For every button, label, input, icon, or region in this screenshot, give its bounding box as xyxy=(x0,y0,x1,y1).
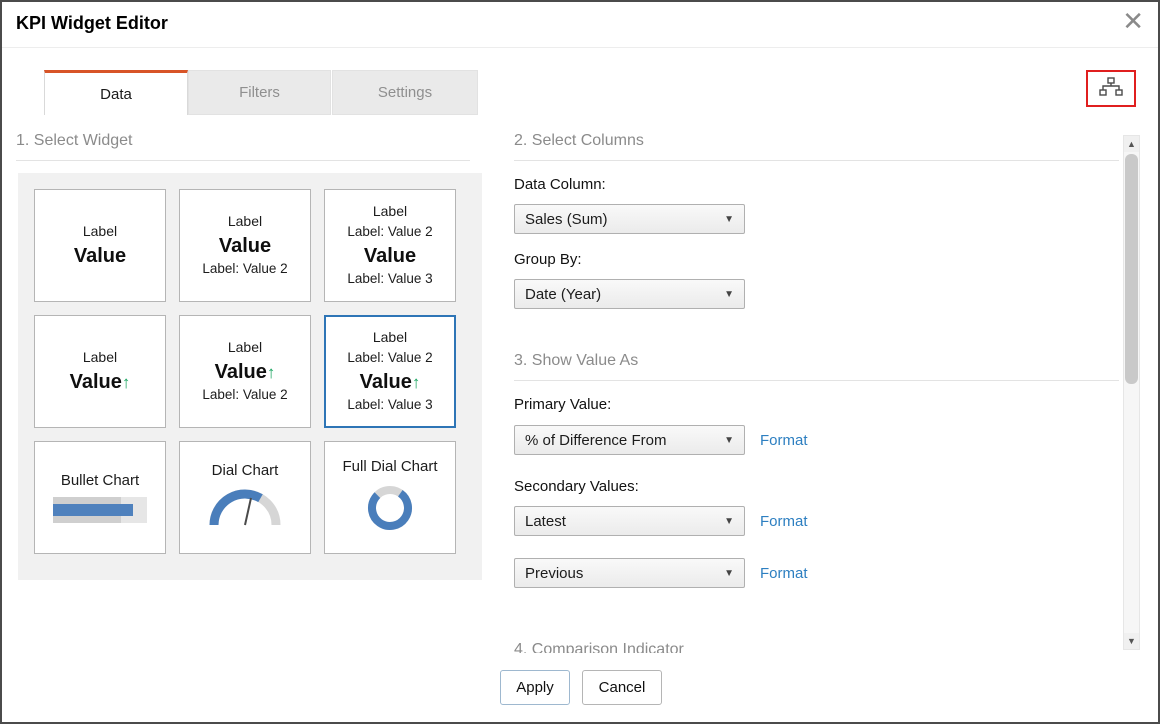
card-label: Full Dial Chart xyxy=(342,458,437,475)
card-secondary: Label: Value 3 xyxy=(347,396,432,415)
select-widget-underline xyxy=(16,160,470,161)
secondary-format-link-1[interactable]: Format xyxy=(760,513,808,530)
close-icon[interactable]: ✕ xyxy=(1122,6,1144,37)
data-column-label: Data Column: xyxy=(514,176,606,193)
card-label: Label xyxy=(373,328,407,348)
sitemap-icon xyxy=(1099,77,1123,101)
full-dial-chart-icon xyxy=(365,483,415,538)
chevron-down-icon: ▼ xyxy=(724,435,734,446)
chevron-down-icon: ▼ xyxy=(724,516,734,527)
widget-card-value-two-secondary[interactable]: Label Label: Value 2 Value Label: Value … xyxy=(324,189,456,302)
group-by-value: Date (Year) xyxy=(525,286,601,303)
bullet-chart-icon xyxy=(53,497,147,523)
primary-value-dropdown[interactable]: % of Difference From ▼ xyxy=(514,425,745,455)
data-column-value: Sales (Sum) xyxy=(525,211,608,228)
card-value: Value↑ xyxy=(360,369,421,395)
widget-card-value-secondary[interactable]: Label Value Label: Value 2 xyxy=(179,189,311,302)
tab-settings[interactable]: Settings xyxy=(332,70,478,115)
card-label: Label xyxy=(83,222,117,242)
dialog-title: KPI Widget Editor xyxy=(16,13,168,34)
card-secondary: Label: Value 2 xyxy=(347,223,432,242)
secondary-value-1: Latest xyxy=(525,513,566,530)
apply-button[interactable]: Apply xyxy=(500,670,570,705)
cancel-button[interactable]: Cancel xyxy=(582,670,662,705)
card-value: Value xyxy=(364,243,416,269)
comparison-indicator-heading-clipped: 4. Comparison Indicator xyxy=(514,641,854,653)
widget-type-button[interactable] xyxy=(1086,70,1136,107)
widget-card-dial-chart[interactable]: Dial Chart xyxy=(179,441,311,554)
secondary-value-2: Previous xyxy=(525,565,583,582)
select-columns-heading: 2. Select Columns xyxy=(514,132,644,150)
tab-filters[interactable]: Filters xyxy=(188,70,331,115)
card-secondary: Label: Value 2 xyxy=(202,260,287,279)
header-divider xyxy=(2,47,1158,48)
data-column-dropdown[interactable]: Sales (Sum) ▼ xyxy=(514,204,745,234)
secondary-values-label: Secondary Values: xyxy=(514,478,639,495)
card-value: Value↑ xyxy=(215,359,276,385)
card-label: Label xyxy=(373,202,407,222)
widget-card-value-trend[interactable]: Label Value↑ xyxy=(34,315,166,428)
scroll-up-icon[interactable]: ▲ xyxy=(1124,136,1139,152)
secondary-format-link-2[interactable]: Format xyxy=(760,565,808,582)
widget-card-bullet-chart[interactable]: Bullet Chart xyxy=(34,441,166,554)
dial-chart-icon xyxy=(209,487,281,534)
group-by-label: Group By: xyxy=(514,251,582,268)
card-label: Label xyxy=(228,212,262,232)
chevron-down-icon: ▼ xyxy=(724,289,734,300)
trend-up-icon: ↑ xyxy=(267,363,276,382)
widget-card-full-dial-chart[interactable]: Full Dial Chart xyxy=(324,441,456,554)
card-value: Value↑ xyxy=(70,369,131,395)
secondary-value-1-dropdown[interactable]: Latest ▼ xyxy=(514,506,745,536)
group-by-dropdown[interactable]: Date (Year) ▼ xyxy=(514,279,745,309)
scrollbar-thumb[interactable] xyxy=(1125,154,1138,384)
widget-card-value-trend-two-secondary-selected[interactable]: Label Label: Value 2 Value↑ Label: Value… xyxy=(324,315,456,428)
widget-grid: Label Value Label Value Label: Value 2 L… xyxy=(18,173,482,570)
card-secondary: Label: Value 2 xyxy=(347,349,432,368)
select-columns-underline xyxy=(514,160,1119,161)
secondary-value-2-dropdown[interactable]: Previous ▼ xyxy=(514,558,745,588)
show-value-as-underline xyxy=(514,380,1119,381)
card-secondary: Label: Value 3 xyxy=(347,270,432,289)
card-value: Value xyxy=(219,233,271,259)
trend-up-icon: ↑ xyxy=(412,373,421,392)
card-label: Bullet Chart xyxy=(61,472,139,489)
chevron-down-icon: ▼ xyxy=(724,568,734,579)
widget-grid-panel: Label Value Label Value Label: Value 2 L… xyxy=(18,173,482,580)
card-value: Value xyxy=(74,243,126,269)
primary-value-label: Primary Value: xyxy=(514,396,611,413)
widget-card-value-trend-secondary[interactable]: Label Value↑ Label: Value 2 xyxy=(179,315,311,428)
show-value-as-heading: 3. Show Value As xyxy=(514,352,638,370)
trend-up-icon: ↑ xyxy=(122,373,131,392)
select-widget-heading: 1. Select Widget xyxy=(16,132,133,150)
primary-value: % of Difference From xyxy=(525,432,666,449)
card-label: Dial Chart xyxy=(212,462,279,479)
primary-format-link[interactable]: Format xyxy=(760,432,808,449)
card-label: Label xyxy=(83,348,117,368)
tab-data[interactable]: Data xyxy=(44,70,188,115)
widget-card-value[interactable]: Label Value xyxy=(34,189,166,302)
scroll-down-icon[interactable]: ▼ xyxy=(1124,633,1139,649)
chevron-down-icon: ▼ xyxy=(724,214,734,225)
kpi-widget-editor-dialog: KPI Widget Editor ✕ Data Filters Setting… xyxy=(0,0,1160,724)
card-secondary: Label: Value 2 xyxy=(202,386,287,405)
vertical-scrollbar[interactable]: ▲ ▼ xyxy=(1123,135,1140,650)
card-label: Label xyxy=(228,338,262,358)
